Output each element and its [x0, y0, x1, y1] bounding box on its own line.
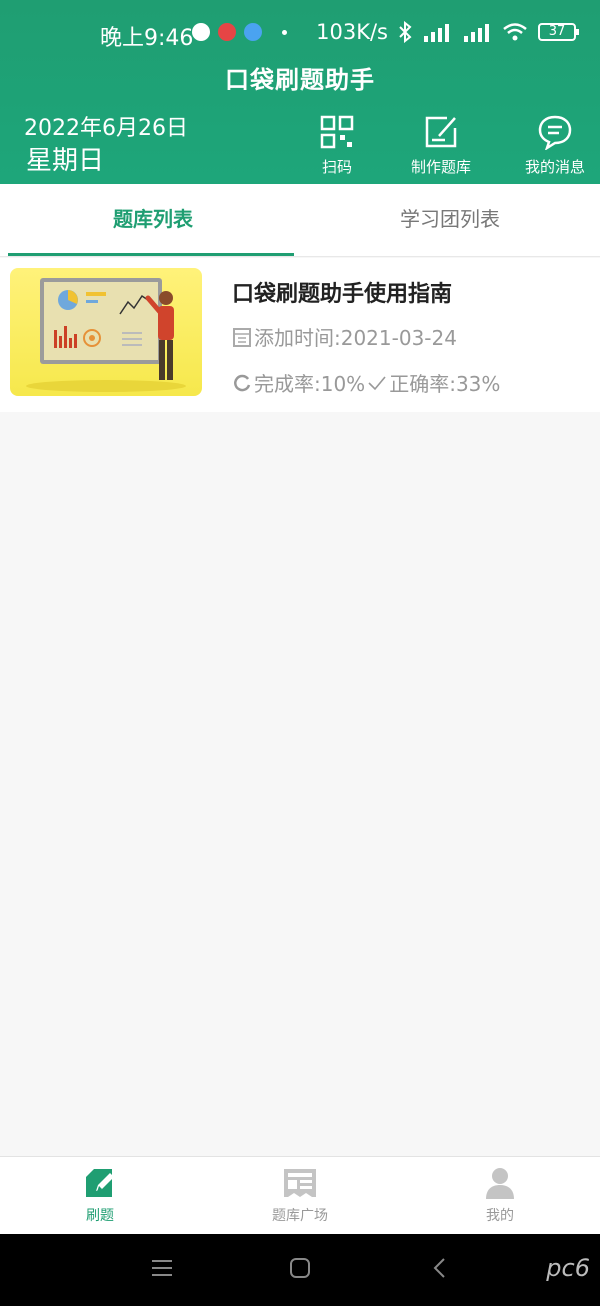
calendar-icon — [233, 327, 251, 347]
edit-icon — [425, 116, 457, 148]
weekday-label: 星期日 — [26, 146, 105, 176]
practice-icon — [86, 1169, 114, 1197]
person-icon — [486, 1168, 514, 1199]
home-icon[interactable] — [288, 1256, 312, 1280]
scan-button[interactable]: 扫码 — [292, 114, 382, 177]
chat-icon — [538, 115, 572, 150]
completion-rate: 完成率:10% — [254, 372, 366, 396]
watermark-logo: pc6 — [546, 1254, 590, 1282]
status-time: 晚上9:46 — [100, 26, 194, 51]
bluetooth-icon — [399, 21, 412, 43]
cloud-app-icon — [244, 23, 262, 41]
nav-me-label: 我的 — [486, 1208, 514, 1224]
nav-practice[interactable]: 刷题 — [40, 1167, 160, 1225]
list-item[interactable]: 口袋刷题助手使用指南 添加时间:2021-03-24 完成率:10% 正确率:3… — [0, 258, 600, 412]
app-title: 口袋刷题助手 — [225, 66, 375, 94]
bank-title: 口袋刷题助手使用指南 — [232, 282, 453, 307]
tab-bank-list[interactable]: 题库列表 — [8, 184, 298, 257]
tab-bar: 题库列表 学习团列表 — [0, 184, 600, 257]
make-bank-label: 制作题库 — [410, 158, 471, 176]
more-dot-icon — [282, 29, 287, 35]
notification-icons — [192, 23, 287, 41]
messages-label: 我的消息 — [524, 158, 585, 176]
back-icon[interactable] — [428, 1256, 452, 1280]
date-label: 2022年6月26日 — [24, 116, 188, 141]
qr-code-icon — [320, 115, 354, 149]
active-tab-indicator — [8, 253, 294, 256]
system-icons: 103K/s 37 — [316, 20, 579, 44]
nav-me[interactable]: 我的 — [440, 1167, 560, 1225]
accuracy-rate: 正确率:33% — [389, 372, 501, 396]
nav-practice-label: 刷题 — [86, 1208, 114, 1224]
messages-button[interactable]: 我的消息 — [510, 114, 600, 177]
make-bank-button[interactable]: 制作题库 — [396, 114, 486, 177]
signal-icon-2 — [464, 24, 489, 42]
wifi-icon — [503, 23, 527, 41]
status-bar: 晚上9:46 103K/s 37 — [0, 0, 600, 62]
scan-label: 扫码 — [321, 158, 352, 176]
bank-added-time: 添加时间:2021-03-24 — [232, 322, 457, 351]
net-speed: 103K/s — [316, 20, 388, 44]
check-icon — [368, 375, 386, 390]
newspaper-icon — [284, 1169, 316, 1197]
bank-stats: 完成率:10% 正确率:33% — [232, 368, 500, 397]
nav-bank-plaza[interactable]: 题库广场 — [240, 1167, 360, 1225]
menu-icon[interactable] — [150, 1256, 174, 1280]
bank-thumbnail — [10, 268, 202, 396]
news-app-icon — [218, 23, 236, 41]
system-nav-bar: pc6 — [0, 1234, 600, 1306]
added-time-text: 添加时间:2021-03-24 — [254, 326, 457, 350]
battery-icon: 37 — [538, 23, 579, 41]
tab-study-group-list[interactable]: 学习团列表 — [305, 184, 595, 257]
clock-app-icon — [192, 23, 210, 41]
bottom-nav: 刷题 题库广场 我的 — [0, 1156, 600, 1234]
header: 晚上9:46 103K/s 37 口袋刷题助手 2022年6月26日 星期日 扫… — [0, 0, 600, 184]
signal-icon — [424, 24, 449, 42]
nav-bank-plaza-label: 题库广场 — [272, 1208, 328, 1224]
presentation-illustration — [10, 268, 202, 396]
progress-icon — [234, 374, 251, 391]
